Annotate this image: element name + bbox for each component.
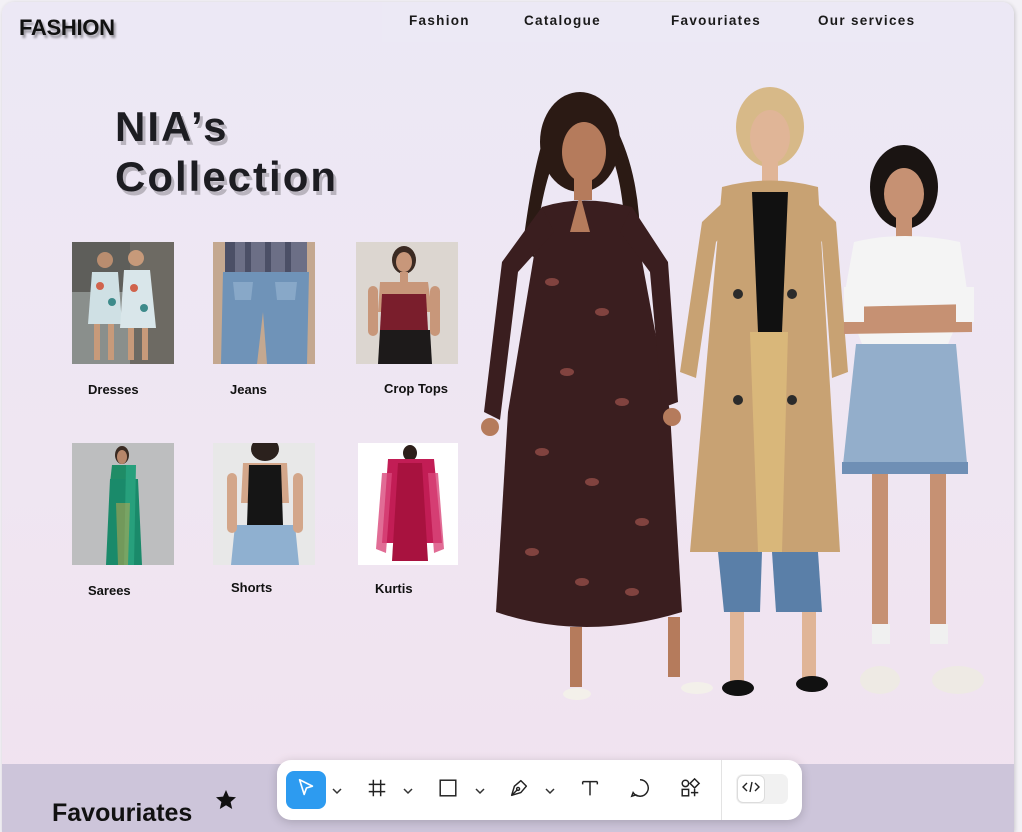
- chevron-down-icon[interactable]: [545, 782, 555, 800]
- nav-catalogue[interactable]: Catalogue: [524, 13, 601, 28]
- title-line-1: NIA’s: [115, 103, 229, 150]
- frame-tool-button[interactable]: [357, 771, 397, 809]
- nav-fashion[interactable]: Fashion: [409, 13, 470, 28]
- category-label: Sarees: [88, 583, 131, 598]
- category-label: Shorts: [231, 580, 273, 595]
- nav-our-services[interactable]: Our services: [818, 13, 915, 28]
- rectangle-tool-button[interactable]: [428, 771, 468, 809]
- sarees-image: [72, 443, 174, 565]
- hero-models-image: [472, 82, 1012, 722]
- move-tool-button[interactable]: [286, 771, 326, 809]
- design-toolbar: [277, 760, 802, 820]
- comment-bubble-icon: [629, 777, 651, 804]
- top-nav: Fashion Catalogue Favouriates Our servic…: [382, 2, 930, 42]
- rectangle-icon: [437, 777, 459, 804]
- components-shapes-icon: [679, 777, 701, 804]
- dresses-image: [72, 242, 174, 364]
- cursor-arrow-icon: [295, 777, 317, 804]
- shorts-image: [213, 443, 315, 565]
- category-label: Kurtis: [375, 581, 413, 596]
- text-t-icon: [579, 777, 601, 804]
- pen-nib-icon: [508, 777, 530, 804]
- text-tool-button[interactable]: [570, 771, 610, 809]
- app-frame: FASHION Fashion Catalogue Favouriates Ou…: [2, 2, 1014, 832]
- code-brackets-icon: [742, 780, 760, 799]
- dev-mode-toggle[interactable]: [736, 774, 788, 804]
- frame-hash-icon: [366, 777, 388, 804]
- site-logo[interactable]: FASHION: [19, 15, 115, 41]
- nav-favouriates[interactable]: Favouriates: [671, 13, 761, 28]
- category-label: Jeans: [230, 382, 267, 397]
- favourites-heading: Favouriates: [52, 799, 193, 827]
- kurtis-image: [358, 443, 458, 565]
- toolbar-divider: [721, 760, 722, 820]
- category-label: Crop Tops: [384, 381, 449, 396]
- category-label: Dresses: [88, 382, 139, 397]
- chevron-down-icon[interactable]: [475, 782, 485, 800]
- comment-tool-button[interactable]: [620, 771, 660, 809]
- star-icon: [214, 788, 238, 817]
- toggle-knob: [737, 775, 765, 803]
- pen-tool-button[interactable]: [499, 771, 539, 809]
- jeans-image: [213, 242, 315, 364]
- page-title: NIA’s Collection: [115, 102, 338, 202]
- title-line-2: Collection: [115, 153, 339, 200]
- components-tool-button[interactable]: [670, 771, 710, 809]
- crop-tops-image: [356, 242, 458, 364]
- chevron-down-icon[interactable]: [332, 782, 342, 800]
- chevron-down-icon[interactable]: [403, 782, 413, 800]
